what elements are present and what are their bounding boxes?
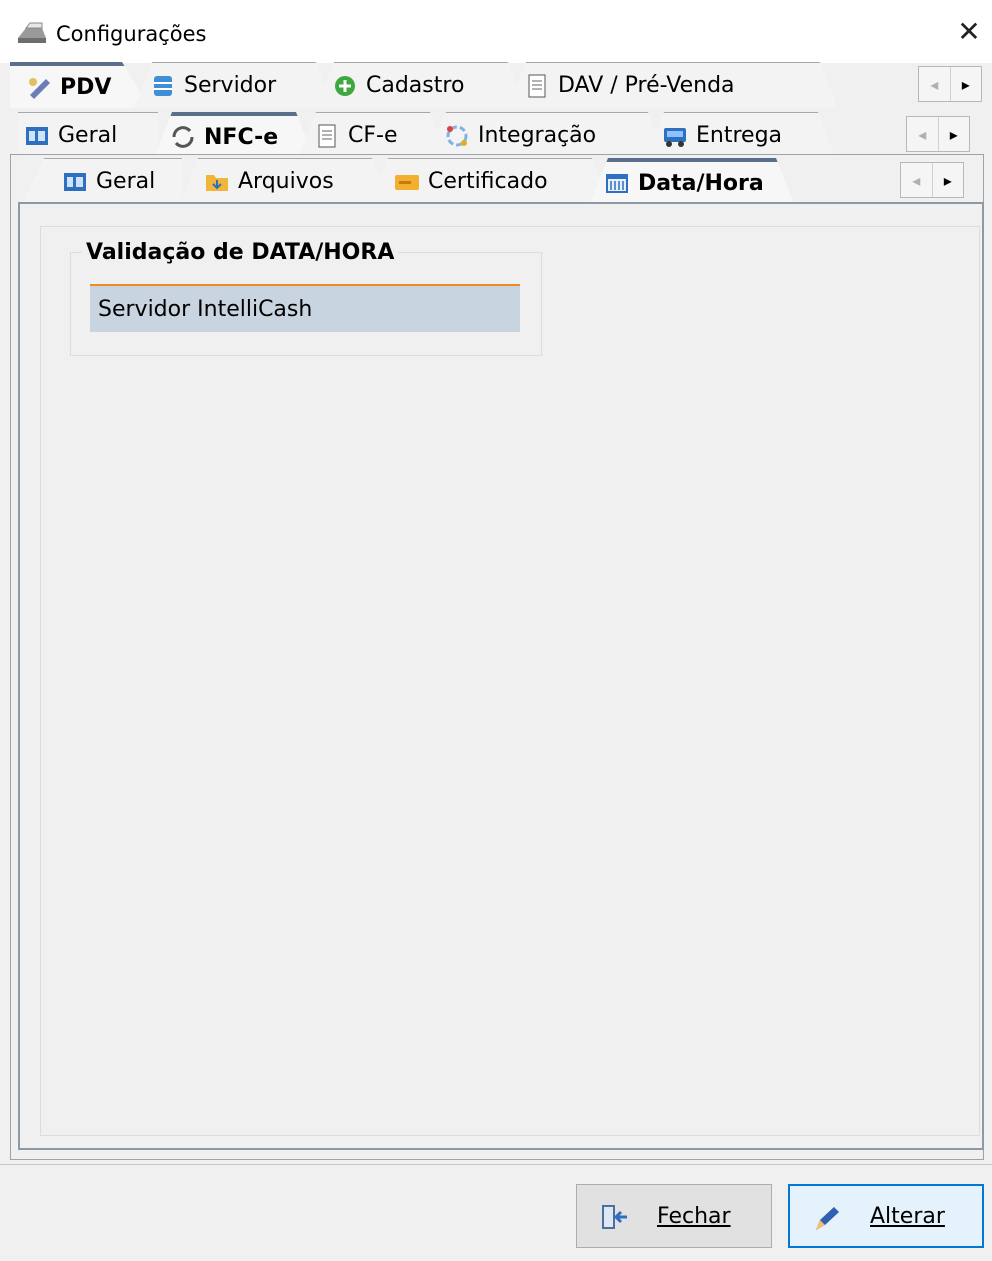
third-tab-bar: Geral Arquivos Certificado Data/Hora (22, 158, 982, 204)
edit-button-label: Alterar (870, 1203, 945, 1229)
pencil-icon (816, 1207, 839, 1230)
list-item-label: Servidor IntelliCash (98, 296, 313, 322)
certificate-icon (394, 170, 420, 194)
second-tab-bar: Geral NFC-e CF-e Integração Entrega (18, 112, 984, 158)
calendar-icon (604, 171, 630, 195)
title-bar: Configurações ✕ (0, 0, 992, 64)
tab-certificado[interactable]: Certificado (370, 158, 610, 204)
tab-label: Geral (96, 169, 156, 194)
scroll-left-icon[interactable]: ◂ (907, 117, 939, 151)
scroll-right-icon[interactable]: ▸ (933, 163, 964, 197)
panel-icon (26, 126, 48, 145)
database-icon (150, 74, 176, 98)
exit-door-icon (602, 1205, 627, 1229)
scroll-right-icon[interactable]: ▸ (939, 117, 970, 151)
document-icon (524, 74, 550, 98)
top-tab-bar: PDV Servidor Cadastro DAV / Pré-Venda (10, 62, 984, 108)
tab-dav-pre-venda[interactable]: DAV / Pré-Venda (508, 62, 838, 108)
third-tabs-scroller[interactable]: ◂ ▸ (900, 162, 964, 198)
folder-icon (204, 170, 230, 194)
tab-cadastro[interactable]: Cadastro (316, 62, 526, 108)
tab-label: Entrega (696, 123, 783, 148)
tab-label: Certificado (428, 169, 548, 194)
sync-icon (444, 124, 470, 148)
tab-servidor[interactable]: Servidor (134, 62, 334, 108)
tab-label: Data/Hora (638, 170, 764, 196)
close-icon[interactable]: ✕ (946, 0, 992, 62)
window-title: Configurações (56, 22, 207, 46)
tab-label: PDV (60, 74, 112, 100)
tab-label: Integração (478, 123, 597, 148)
scroll-left-icon[interactable]: ◂ (901, 163, 933, 197)
tab-geral[interactable]: Geral (18, 112, 158, 158)
tab-entrega[interactable]: Entrega (646, 112, 836, 158)
top-tabs-scroller[interactable]: ◂ ▸ (918, 66, 982, 102)
wrench-icon (26, 75, 52, 99)
tab-geral-sub[interactable]: Geral (22, 158, 182, 204)
tab-arquivos[interactable]: Arquivos (180, 158, 390, 204)
close-button[interactable]: Fechar (576, 1184, 772, 1248)
close-button-label: Fechar (657, 1203, 731, 1229)
truck-icon (662, 124, 688, 148)
scroll-right-icon[interactable]: ▸ (951, 67, 982, 101)
tab-nfc-e[interactable]: NFC-e (154, 112, 314, 158)
tab-integracao[interactable]: Integração (428, 112, 666, 158)
panel-icon (64, 172, 86, 191)
tab-label: Cadastro (366, 73, 465, 98)
printer-icon (18, 22, 46, 43)
tab-label: NFC-e (204, 124, 279, 150)
edit-button[interactable]: Alterar (788, 1184, 984, 1248)
data-hora-content (40, 226, 980, 1136)
groupbox-title: Validação de DATA/HORA (82, 240, 399, 265)
tab-label: Servidor (184, 73, 277, 98)
document-icon (314, 124, 340, 148)
scroll-left-icon[interactable]: ◂ (919, 67, 951, 101)
tab-cf-e[interactable]: CF-e (298, 112, 448, 158)
list-item[interactable]: Servidor IntelliCash (90, 284, 520, 332)
plus-circle-icon (332, 74, 358, 98)
footer-divider (0, 1164, 992, 1165)
tab-label: DAV / Pré-Venda (558, 73, 735, 98)
tab-data-hora[interactable]: Data/Hora (590, 158, 794, 204)
tab-label: Arquivos (238, 169, 334, 194)
refresh-icon (170, 125, 196, 149)
tab-label: Geral (58, 123, 118, 148)
tab-label: CF-e (348, 123, 398, 148)
second-tabs-scroller[interactable]: ◂ ▸ (906, 116, 970, 152)
tab-pdv[interactable]: PDV (10, 62, 150, 108)
